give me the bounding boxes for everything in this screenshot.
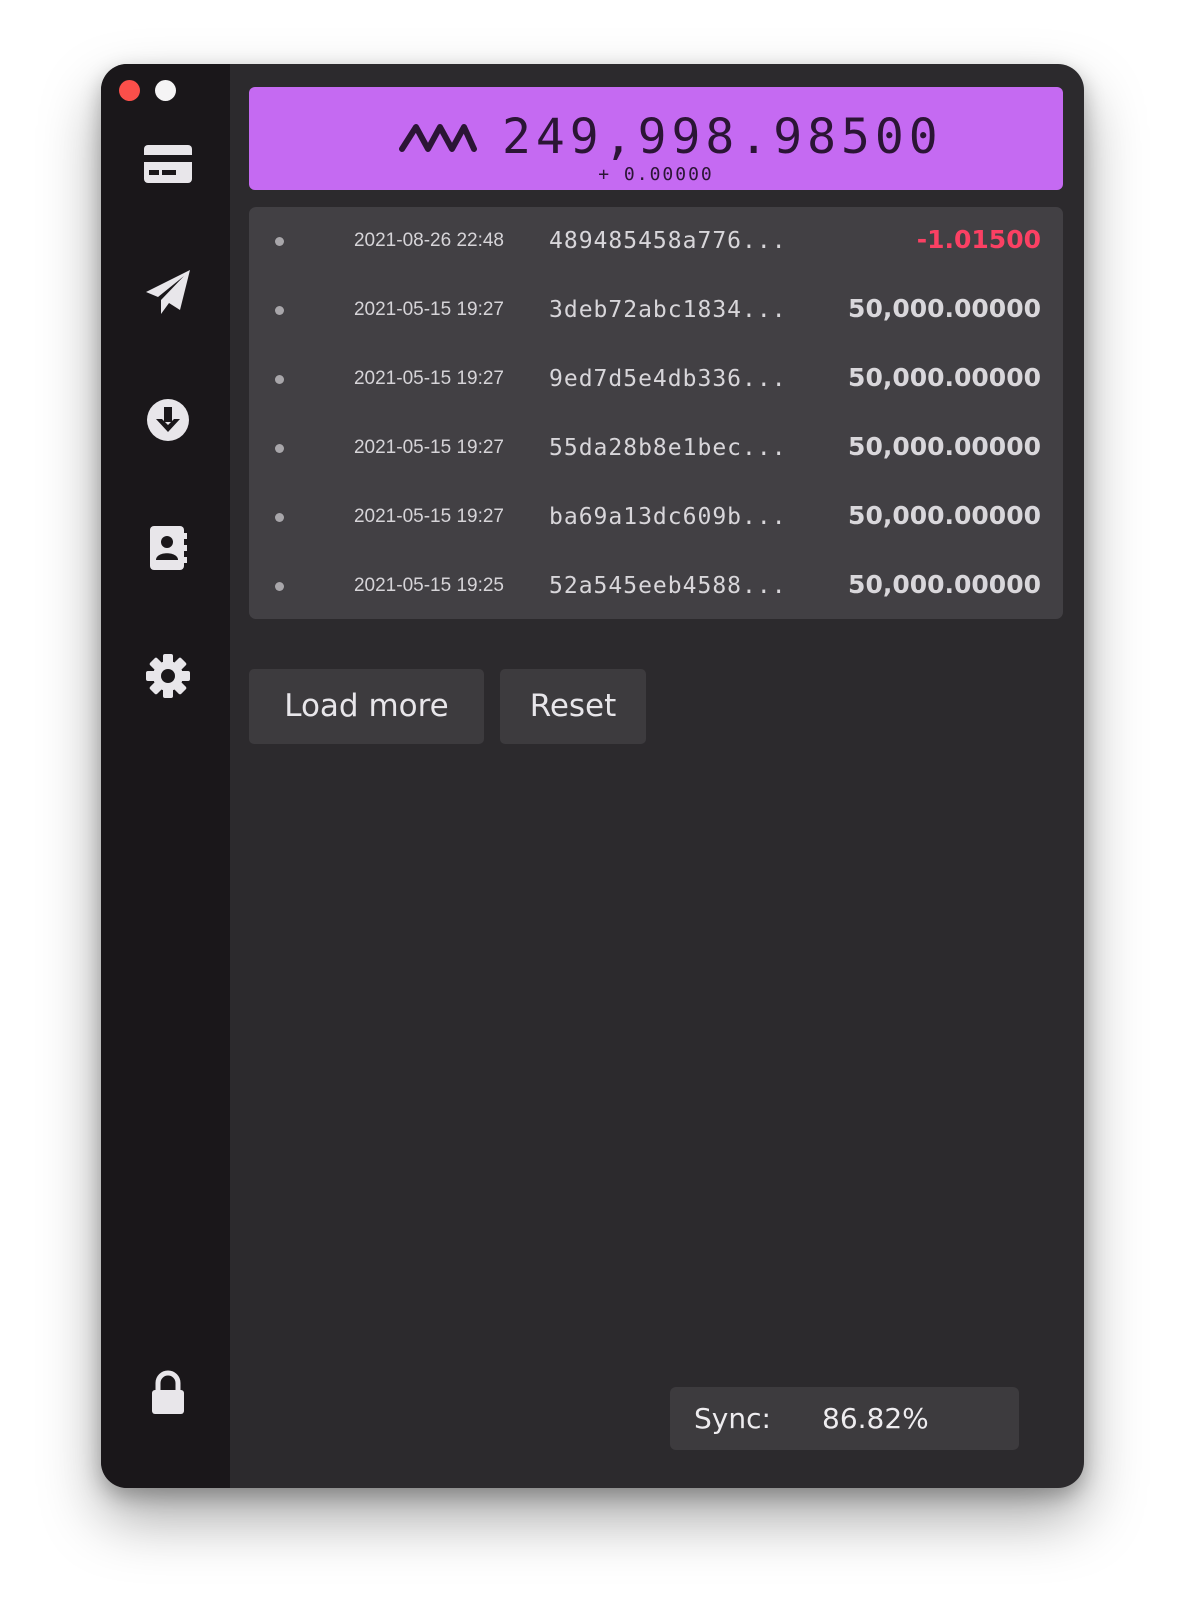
- bullet-icon: [275, 375, 284, 384]
- transaction-row[interactable]: 2021-05-15 19:27 55da28b8e1bec... 50,000…: [249, 414, 1063, 483]
- main-panel: 249,998.98500 + 0.00000 2021-08-26 22:48…: [230, 64, 1084, 1488]
- bullet-icon: [275, 444, 284, 453]
- transaction-hash: 55da28b8e1bec...: [549, 435, 787, 461]
- transaction-row[interactable]: 2021-05-15 19:27 ba69a13dc609b... 50,000…: [249, 483, 1063, 552]
- transaction-hash: ba69a13dc609b...: [549, 504, 787, 530]
- transaction-row[interactable]: 2021-05-15 19:27 9ed7d5e4db336... 50,000…: [249, 345, 1063, 414]
- sync-value: 86.82%: [822, 1402, 929, 1435]
- transaction-amount: -1.01500: [916, 225, 1041, 254]
- balance-bar: 249,998.98500 + 0.00000: [249, 87, 1063, 190]
- bullet-icon: [275, 513, 284, 522]
- balance-value: 249,998.98500: [502, 109, 943, 165]
- load-more-button[interactable]: Load more: [249, 669, 484, 744]
- bullet-icon: [275, 306, 284, 315]
- download-icon[interactable]: [144, 396, 192, 444]
- gear-icon[interactable]: [144, 652, 192, 700]
- bullet-icon: [275, 237, 284, 246]
- transaction-list: 2021-08-26 22:48 489485458a776... -1.015…: [249, 207, 1063, 619]
- transaction-hash: 489485458a776...: [549, 228, 787, 254]
- app-window: 249,998.98500 + 0.00000 2021-08-26 22:48…: [101, 64, 1084, 1488]
- transaction-hash: 3deb72abc1834...: [549, 297, 787, 323]
- transaction-amount: 50,000.00000: [848, 501, 1041, 530]
- lock-icon[interactable]: [144, 1369, 192, 1417]
- card-icon[interactable]: [144, 140, 192, 188]
- sync-label: Sync:: [694, 1402, 771, 1435]
- transaction-date: 2021-05-15 19:27: [353, 506, 504, 527]
- wave-logo-icon: [399, 124, 477, 152]
- transaction-hash: 52a545eeb4588...: [549, 573, 787, 599]
- close-window-button[interactable]: [119, 80, 140, 101]
- transaction-date: 2021-05-15 19:27: [353, 368, 504, 389]
- reset-button[interactable]: Reset: [500, 669, 646, 744]
- bullet-icon: [275, 582, 284, 591]
- transaction-date: 2021-05-15 19:27: [353, 299, 504, 320]
- contacts-icon[interactable]: [144, 524, 192, 572]
- balance-delta: + 0.00000: [598, 164, 714, 185]
- transaction-amount: 50,000.00000: [848, 570, 1041, 599]
- minimize-window-button[interactable]: [155, 80, 176, 101]
- transaction-hash: 9ed7d5e4db336...: [549, 366, 787, 392]
- transaction-date: 2021-08-26 22:48: [353, 230, 504, 251]
- transaction-amount: 50,000.00000: [848, 363, 1041, 392]
- paper-plane-icon[interactable]: [144, 268, 192, 316]
- transaction-row[interactable]: 2021-05-15 19:27 3deb72abc1834... 50,000…: [249, 276, 1063, 345]
- sync-status: Sync: 86.82%: [670, 1387, 1019, 1450]
- transaction-amount: 50,000.00000: [848, 432, 1041, 461]
- transaction-date: 2021-05-15 19:25: [353, 575, 504, 596]
- sidebar: [101, 64, 230, 1488]
- transaction-date: 2021-05-15 19:27: [353, 437, 504, 458]
- transaction-row[interactable]: 2021-05-15 19:25 52a545eeb4588... 50,000…: [249, 552, 1063, 621]
- transaction-row[interactable]: 2021-08-26 22:48 489485458a776... -1.015…: [249, 207, 1063, 276]
- transaction-amount: 50,000.00000: [848, 294, 1041, 323]
